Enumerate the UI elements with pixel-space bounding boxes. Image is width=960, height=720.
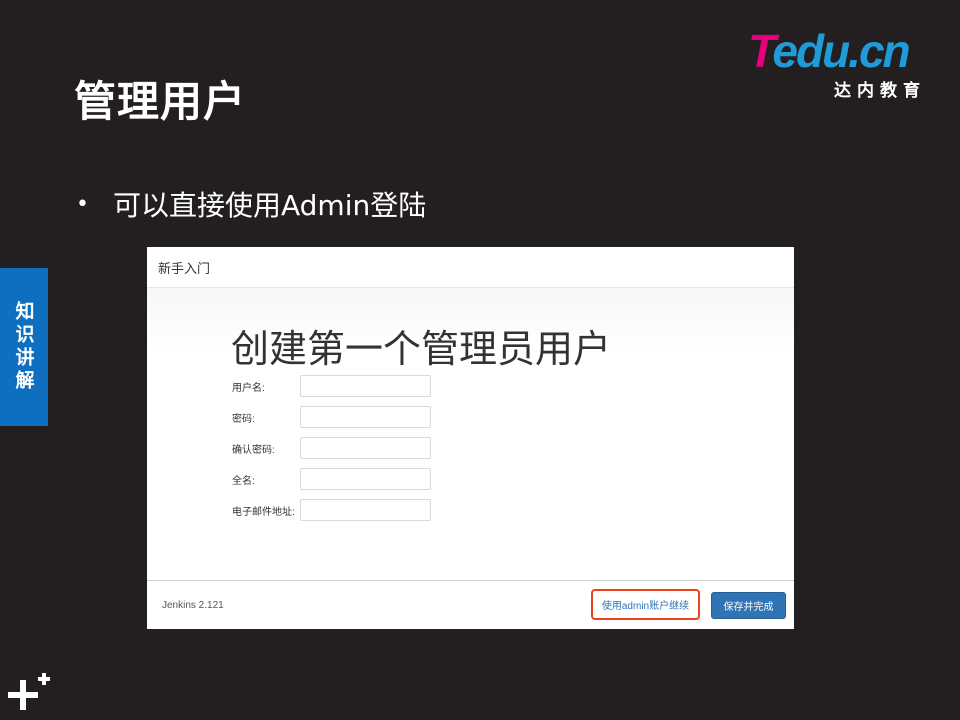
side-tab: 知识讲解 — [0, 268, 48, 426]
confirm-password-input[interactable] — [300, 437, 431, 459]
logo-wordmark: Tedu.cn — [748, 25, 911, 77]
form-row-password: 密码: — [232, 405, 431, 429]
logo-subtitle: 达内教育 — [834, 81, 926, 101]
tedu-logo: Tedu.cn 达内教育 — [748, 25, 938, 101]
page-heading: 创建第一个管理员用户 — [231, 329, 612, 371]
form-row-fullname: 全名: — [232, 467, 431, 491]
form-row-email: 电子邮件地址: — [232, 498, 431, 522]
password-label: 密码: — [232, 413, 255, 425]
form-row-confirm-password: 确认密码: — [232, 436, 431, 460]
form-row-username: 用户名: — [232, 374, 431, 398]
jenkins-version: Jenkins 2.121 — [162, 600, 224, 611]
continue-as-admin-button[interactable]: 使用admin账户继续 — [591, 589, 700, 620]
window-header: 新手入门 — [147, 247, 794, 288]
side-tab-label: 知识讲解 — [12, 301, 35, 393]
slide-title: 管理用户 — [74, 77, 247, 126]
fullname-label: 全名: — [232, 475, 255, 487]
setup-form: 创建第一个管理员用户 用户名: 密码: 确认密码: 全名: 电子邮件地址: — [147, 288, 794, 580]
jenkins-setup-window: 新手入门 创建第一个管理员用户 用户名: 密码: 确认密码: 全名: 电子邮件地… — [147, 247, 794, 629]
plus-sparkle-icon — [8, 673, 50, 710]
username-label: 用户名: — [232, 382, 265, 394]
username-input[interactable] — [300, 375, 431, 397]
bullet-point: • 可以直接使用Admin登陆 — [76, 184, 426, 224]
email-input[interactable] — [300, 499, 431, 521]
password-input[interactable] — [300, 406, 431, 428]
window-footer: Jenkins 2.121 使用admin账户继续 保存并完成 — [147, 580, 794, 629]
fullname-input[interactable] — [300, 468, 431, 490]
confirm-password-label: 确认密码: — [232, 444, 275, 456]
bullet-text: 可以直接使用Admin登陆 — [112, 189, 427, 222]
email-label: 电子邮件地址: — [232, 506, 295, 518]
window-header-title: 新手入门 — [158, 260, 211, 276]
save-and-finish-button[interactable]: 保存并完成 — [711, 592, 786, 619]
bullet-dot-icon: • — [76, 191, 89, 217]
